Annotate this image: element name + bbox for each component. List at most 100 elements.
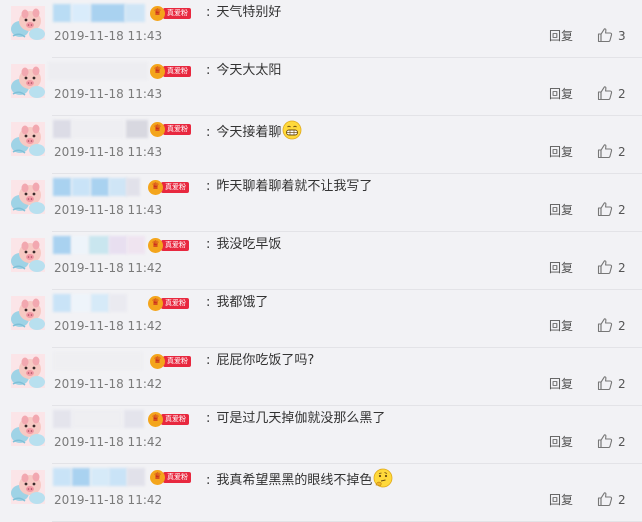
- reply-button[interactable]: 回复: [549, 28, 573, 44]
- like-count: 2: [618, 203, 626, 217]
- name-separator: :: [206, 179, 211, 194]
- blurred-username-segment: [72, 468, 90, 486]
- reply-button[interactable]: 回复: [549, 144, 573, 160]
- reply-button[interactable]: 回复: [549, 492, 573, 508]
- blurred-username-segment: [124, 410, 144, 428]
- thumbs-up-icon: [597, 260, 613, 275]
- crown-icon: ♛: [150, 6, 165, 21]
- comment-text: : 今天接着聊: [206, 120, 302, 142]
- name-separator: :: [206, 353, 211, 368]
- blurred-username-segment: [53, 120, 71, 138]
- reply-button[interactable]: 回复: [549, 318, 573, 334]
- comment-text: : 今天大太阳: [206, 62, 281, 80]
- avatar[interactable]: [11, 180, 45, 214]
- blurred-username-segment: [127, 468, 145, 486]
- avatar[interactable]: [11, 64, 45, 98]
- reply-button[interactable]: 回复: [549, 434, 573, 450]
- blurred-username-segment: [72, 236, 88, 254]
- blurred-username-segment: [91, 4, 125, 22]
- badge-label: 真爱粉: [161, 182, 189, 193]
- like-count: 3: [618, 29, 626, 43]
- blurred-username-segment: [53, 178, 71, 196]
- badge-label: 真爱粉: [163, 356, 191, 367]
- crown-icon: ♛: [148, 180, 163, 195]
- badge-label: 真爱粉: [161, 414, 189, 425]
- blurred-username-segment: [126, 120, 148, 138]
- avatar[interactable]: [11, 238, 45, 272]
- badge-label: 真爱粉: [163, 8, 191, 19]
- blurred-username-segment: [72, 4, 90, 22]
- avatar[interactable]: [11, 6, 45, 40]
- blurred-username-segment: [126, 178, 140, 196]
- blurred-username-segment: [48, 62, 148, 80]
- comment-content: 今天接着聊: [216, 125, 282, 140]
- thumbs-up-icon: [597, 492, 613, 507]
- comment-timestamp: 2019-11-18 11:42: [54, 493, 163, 507]
- reply-button[interactable]: 回复: [549, 86, 573, 102]
- thumbs-up-icon: [597, 86, 613, 101]
- blurred-username-segment: [53, 352, 143, 370]
- crown-icon: ♛: [150, 64, 165, 79]
- blurred-username-segment: [109, 294, 127, 312]
- comment-timestamp: 2019-11-18 11:42: [54, 435, 163, 449]
- thumbs-up-icon: [597, 376, 613, 391]
- blurred-username-segment: [109, 468, 127, 486]
- comment-text: : 我都饿了: [206, 294, 268, 312]
- comment-text: : 我真希望黑黑的眼线不掉色: [206, 468, 393, 490]
- blurred-username-segment: [72, 294, 90, 312]
- comment-timestamp: 2019-11-18 11:42: [54, 319, 163, 333]
- crown-icon: ♛: [150, 122, 165, 137]
- blurred-username-segment: [53, 410, 71, 428]
- reply-button[interactable]: 回复: [549, 202, 573, 218]
- avatar[interactable]: [11, 412, 45, 446]
- fan-badge: 真爱粉 ♛: [150, 354, 194, 369]
- comment-content: 我没吃早饭: [216, 237, 282, 252]
- blurred-username-segment: [72, 410, 122, 428]
- avatar[interactable]: [11, 354, 45, 388]
- blurred-username-segment: [53, 4, 71, 22]
- badge-label: 真爱粉: [161, 240, 189, 251]
- blurred-username-segment: [91, 468, 109, 486]
- name-separator: :: [206, 295, 211, 310]
- thumbs-up-icon: [597, 318, 613, 333]
- grinning-emoji: [283, 120, 302, 140]
- comment-timestamp: 2019-11-18 11:42: [54, 377, 163, 391]
- comment-content: 屁屁你吃饭了吗?: [216, 353, 315, 368]
- like-count: 2: [618, 435, 626, 449]
- blurred-username-segment: [91, 178, 109, 196]
- comment-timestamp: 2019-11-18 11:43: [54, 29, 163, 43]
- reply-button[interactable]: 回复: [549, 376, 573, 392]
- like-count: 2: [618, 145, 626, 159]
- fan-badge: 真爱粉 ♛: [148, 180, 192, 195]
- thumbs-up-icon: [597, 202, 613, 217]
- like-count: 2: [618, 493, 626, 507]
- blurred-username-segment: [89, 236, 109, 254]
- fan-badge: 真爱粉 ♛: [150, 6, 194, 21]
- name-separator: :: [206, 63, 211, 78]
- comment-item: 真爱粉 ♛ : 我没吃早饭 2019-11-18 11:42 回复 2: [0, 232, 642, 290]
- fan-badge: 真爱粉 ♛: [148, 412, 192, 427]
- badge-label: 真爱粉: [163, 66, 191, 77]
- avatar[interactable]: [11, 470, 45, 504]
- fan-badge: 真爱粉 ♛: [148, 296, 192, 311]
- like-count: 2: [618, 319, 626, 333]
- comment-timestamp: 2019-11-18 11:42: [54, 261, 163, 275]
- comment-item: 真爱粉 ♛ : 屁屁你吃饭了吗? 2019-11-18 11:42 回复 2: [0, 348, 642, 406]
- thinking-emoji: [374, 468, 393, 488]
- comment-text: : 屁屁你吃饭了吗?: [206, 352, 314, 370]
- name-separator: :: [206, 125, 211, 140]
- comment-content: 今天大太阳: [216, 63, 282, 78]
- comment-timestamp: 2019-11-18 11:43: [54, 203, 163, 217]
- blurred-username-segment: [127, 236, 145, 254]
- comment-item: 真爱粉 ♛ : 我都饿了 2019-11-18 11:42 回复 2: [0, 290, 642, 348]
- fan-badge: 真爱粉 ♛: [148, 238, 192, 253]
- crown-icon: ♛: [150, 354, 165, 369]
- blurred-username-segment: [91, 294, 109, 312]
- reply-button[interactable]: 回复: [549, 260, 573, 276]
- avatar[interactable]: [11, 122, 45, 156]
- thumbs-up-icon: [597, 434, 613, 449]
- comment-content: 我真希望黑黑的眼线不掉色: [216, 473, 373, 488]
- avatar[interactable]: [11, 296, 45, 330]
- blurred-username-segment: [125, 4, 145, 22]
- fan-badge: 真爱粉 ♛: [150, 122, 194, 137]
